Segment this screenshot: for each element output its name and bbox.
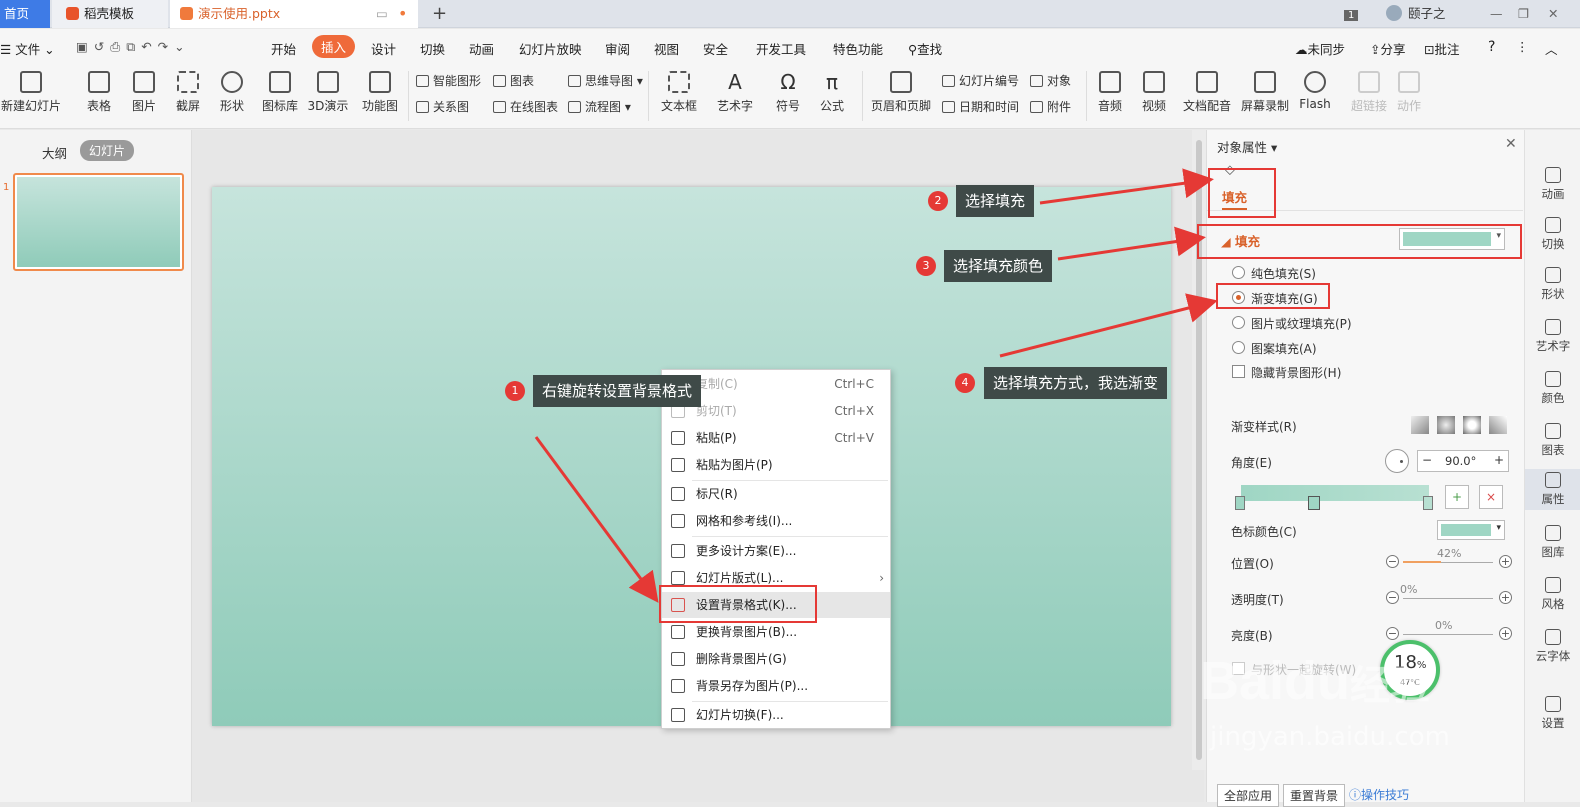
watermark-url: jingyan.baidu.com [1210, 722, 1450, 752]
watermark-sub: 经验 [1350, 664, 1431, 708]
arrow-2 [1039, 168, 1214, 205]
arrow-1 [534, 436, 659, 603]
watermark-brand: Baidu经验 [1200, 650, 1430, 712]
step-number-4: 4 [955, 373, 975, 393]
arrow-4 [999, 293, 1218, 358]
step-number-2: 2 [928, 191, 948, 211]
callout-2: 选择填充 [956, 185, 1035, 217]
step-number-3: 3 [916, 256, 936, 276]
watermark-brand-text: Baidu [1200, 651, 1351, 711]
arrow-3 [1057, 226, 1206, 261]
callout-3: 选择填充颜色 [944, 250, 1053, 282]
callout-4: 选择填充方式，我选渐变 [984, 367, 1168, 399]
step-number-1: 1 [505, 381, 525, 401]
callout-1: 右键旋转设置背景格式 [533, 375, 702, 407]
